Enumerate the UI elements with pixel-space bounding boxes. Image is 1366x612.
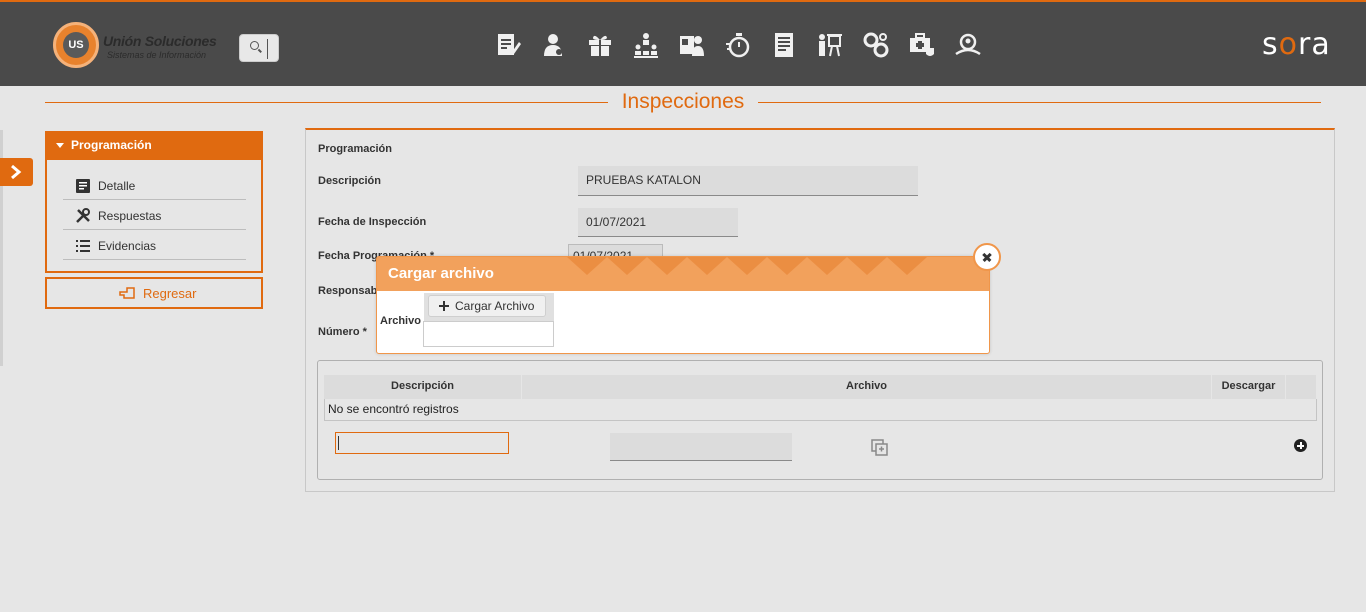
report-icon[interactable] [769, 30, 799, 60]
inspection-icon[interactable] [953, 30, 983, 60]
gears-icon[interactable] [861, 30, 891, 60]
header-pattern [887, 257, 927, 275]
hand-back-icon [119, 287, 135, 299]
document-edit-icon[interactable] [493, 30, 523, 60]
column-header-archivo[interactable]: Archivo [522, 375, 1212, 399]
logo-circle: US [53, 22, 99, 68]
section-title: Programación [318, 143, 392, 155]
menu-item-evidencias[interactable]: Evidencias [63, 230, 246, 260]
header-pattern [847, 257, 887, 275]
section-menu: Programación Detalle Respuestas Evidenci… [45, 131, 263, 273]
back-button-label: Regresar [143, 286, 197, 301]
new-descripcion-input[interactable] [335, 432, 509, 454]
org-chart-icon[interactable] [631, 30, 661, 60]
new-archivo-field[interactable] [610, 433, 792, 461]
list-icon [76, 240, 90, 252]
top-bar: US Unión Soluciones Sistemas de Informac… [0, 0, 1366, 86]
header-pattern [647, 257, 687, 275]
dialog-header: Cargar archivo [377, 257, 989, 291]
upload-dialog: Cargar archivo Archivo Cargar Archivo [376, 256, 990, 354]
fecha-inspeccion-field[interactable]: 01/07/2021 [578, 208, 738, 237]
company-logo[interactable]: US Unión Soluciones Sistemas de Informac… [53, 22, 223, 70]
header-pattern [767, 257, 807, 275]
page-title: Inspecciones [621, 90, 745, 113]
column-header-actions [1286, 375, 1317, 399]
expand-sidebar-button[interactable] [0, 158, 33, 186]
evidencias-table: Descripción Archivo Descargar No se enco… [317, 360, 1323, 480]
header-pattern [727, 257, 767, 275]
empty-table-message: No se encontró registros [324, 399, 1317, 421]
archivo-input[interactable] [423, 321, 554, 347]
document-icon [76, 179, 90, 193]
descripcion-label: Descripción [318, 175, 381, 187]
responsable-label: Responsab [318, 285, 378, 297]
text-cursor [338, 436, 339, 450]
menu-item-detalle[interactable]: Detalle [63, 170, 246, 200]
sora-brand-logo: sora [1262, 30, 1331, 60]
brand-accent: o [1278, 27, 1298, 62]
gift-icon[interactable] [585, 30, 615, 60]
logo-badge: US [63, 32, 89, 58]
search-icon-handle [258, 48, 262, 53]
column-header-descargar[interactable]: Descargar [1212, 375, 1286, 399]
menu-header-label: Programación [71, 138, 152, 152]
add-row-icon[interactable] [1294, 439, 1307, 452]
stopwatch-icon[interactable] [723, 30, 753, 60]
brand-post: ra [1298, 27, 1331, 62]
cargar-archivo-label: Cargar Archivo [455, 299, 535, 313]
title-divider-left [45, 102, 608, 103]
user-icon[interactable] [539, 30, 569, 60]
archivo-label: Archivo [380, 315, 421, 327]
medical-kit-icon[interactable] [907, 30, 937, 60]
header-pattern [687, 257, 727, 275]
search-button[interactable] [239, 34, 279, 62]
descripcion-field[interactable]: PRUEBAS KATALON [578, 166, 918, 196]
title-divider-right [758, 102, 1321, 103]
dialog-title: Cargar archivo [388, 265, 494, 282]
header-pattern [807, 257, 847, 275]
caret-down-icon [56, 143, 64, 148]
cargar-archivo-button[interactable]: Cargar Archivo [428, 295, 546, 317]
header-pattern [567, 257, 607, 275]
menu-header-programacion[interactable]: Programación [45, 131, 263, 160]
user-id-icon[interactable] [677, 30, 707, 60]
plus-icon [439, 301, 449, 311]
logo-title: Unión Soluciones [103, 33, 217, 49]
tools-icon [76, 208, 90, 223]
menu-item-label: Respuestas [98, 209, 162, 223]
brand-pre: s [1262, 27, 1279, 62]
upload-file-icon[interactable] [871, 439, 889, 457]
logo-subtitle: Sistemas de Información [107, 50, 207, 60]
menu-item-label: Evidencias [98, 239, 157, 253]
presentation-icon[interactable] [815, 30, 845, 60]
search-divider [267, 39, 268, 59]
menu-item-label: Detalle [98, 179, 136, 193]
back-button[interactable]: Regresar [45, 277, 263, 309]
chevron-right-icon [11, 164, 22, 180]
close-dialog-button[interactable] [973, 243, 1001, 271]
column-header-descripcion[interactable]: Descripción [324, 375, 522, 399]
module-nav [493, 30, 999, 60]
menu-item-respuestas[interactable]: Respuestas [63, 200, 246, 230]
numero-label: Número * [318, 326, 367, 338]
header-pattern [607, 257, 647, 275]
fecha-inspeccion-label: Fecha de Inspección [318, 216, 427, 228]
